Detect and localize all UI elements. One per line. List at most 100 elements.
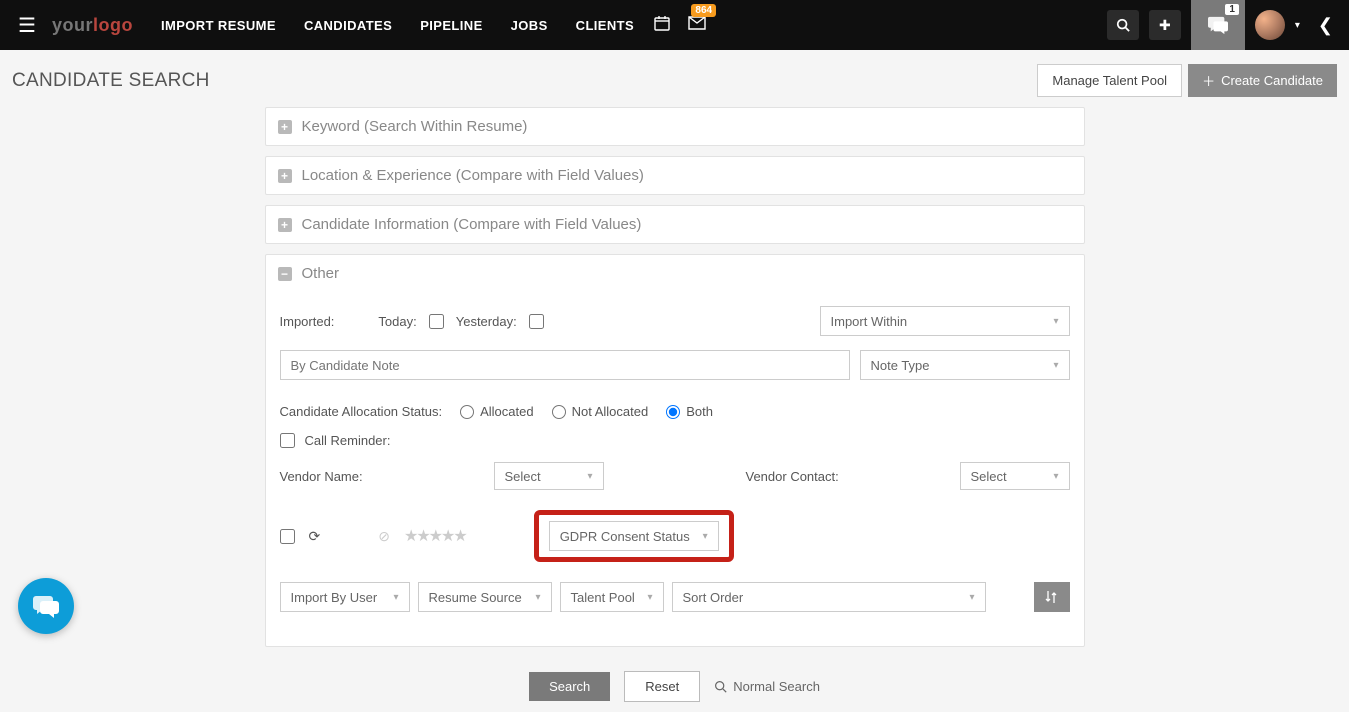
- panel-location-title: Location & Experience (Compare with Fiel…: [302, 167, 644, 184]
- header-actions: Manage Talent Pool ＋ Create Candidate: [1037, 64, 1337, 97]
- vendor-contact-select[interactable]: Select ▾: [960, 462, 1070, 490]
- row-imported: Imported: Today: Yesterday: Import Withi…: [280, 306, 1070, 336]
- gdpr-consent-value: GDPR Consent Status: [560, 529, 690, 544]
- nav-pipeline[interactable]: PIPELINE: [420, 18, 482, 33]
- panel-location: + Location & Experience (Compare with Fi…: [265, 156, 1085, 195]
- manage-talent-pool-button[interactable]: Manage Talent Pool: [1037, 64, 1182, 97]
- note-type-select[interactable]: Note Type ▾: [860, 350, 1070, 380]
- talent-pool-select[interactable]: Talent Pool ▾: [560, 582, 664, 612]
- call-reminder-label: Call Reminder:: [305, 433, 391, 448]
- alloc-not-allocated-option[interactable]: Not Allocated: [552, 404, 649, 419]
- chat-badge: 1: [1225, 4, 1239, 15]
- block-icon: ⊘: [378, 528, 390, 545]
- panel-keyword-title: Keyword (Search Within Resume): [302, 118, 528, 135]
- create-candidate-label: Create Candidate: [1221, 73, 1323, 88]
- panel-other-body: Imported: Today: Yesterday: Import Withi…: [266, 292, 1084, 646]
- collapse-right-icon[interactable]: ❮: [1310, 15, 1341, 36]
- panel-other: − Other Imported: Today: Yesterday: Impo…: [265, 254, 1085, 647]
- logo[interactable]: yourlogo: [52, 15, 133, 36]
- call-reminder-checkbox[interactable]: [280, 433, 295, 448]
- panel-keyword-head[interactable]: + Keyword (Search Within Resume): [266, 108, 1084, 145]
- avatar-caret-icon[interactable]: ▾: [1295, 20, 1300, 31]
- panel-candidate-info: + Candidate Information (Compare with Fi…: [265, 205, 1085, 244]
- panel-location-head[interactable]: + Location & Experience (Compare with Fi…: [266, 157, 1084, 194]
- avatar[interactable]: [1255, 10, 1285, 40]
- vendor-name-label: Vendor Name:: [280, 469, 480, 484]
- resume-source-select[interactable]: Resume Source ▾: [418, 582, 552, 612]
- reset-button[interactable]: Reset: [624, 671, 700, 702]
- expand-icon: +: [278, 120, 292, 134]
- nav-candidates[interactable]: CANDIDATES: [304, 18, 392, 33]
- note-type-value: Note Type: [871, 358, 930, 373]
- chevron-down-icon: ▾: [647, 592, 652, 603]
- panel-candidate-info-head[interactable]: + Candidate Information (Compare with Fi…: [266, 206, 1084, 243]
- chevron-down-icon: ▾: [703, 531, 708, 542]
- create-candidate-button[interactable]: ＋ Create Candidate: [1188, 64, 1337, 97]
- gdpr-checkbox[interactable]: [280, 529, 295, 544]
- search-icon[interactable]: [1107, 10, 1139, 40]
- alloc-not-allocated-label: Not Allocated: [572, 404, 649, 419]
- plus-icon[interactable]: ✚: [1149, 10, 1181, 40]
- plus-small-icon: ＋: [1202, 71, 1215, 90]
- row-gdpr: ⟳ ⊘ ★★★★★ GDPR Consent Status ▾: [280, 514, 1070, 558]
- today-label: Today:: [378, 314, 416, 329]
- chevron-down-icon: ▾: [393, 592, 398, 603]
- page-title: CANDIDATE SEARCH: [12, 70, 210, 92]
- topbar-right: ✚ 1 ▾ ❮: [1107, 0, 1341, 50]
- vendor-contact-label: Vendor Contact:: [746, 469, 946, 484]
- chevron-down-icon: ▾: [1053, 316, 1058, 327]
- nav-jobs[interactable]: JOBS: [511, 18, 548, 33]
- talent-pool-value: Talent Pool: [571, 590, 635, 605]
- normal-search-link[interactable]: Normal Search: [714, 679, 820, 694]
- row-vendor: Vendor Name: Select ▾ Vendor Contact: Se…: [280, 462, 1070, 490]
- candidate-note-input[interactable]: [280, 350, 850, 380]
- alloc-allocated-label: Allocated: [480, 404, 533, 419]
- mail-badge: 864: [691, 4, 716, 17]
- alloc-not-allocated-radio[interactable]: [552, 405, 566, 419]
- nav-clients[interactable]: CLIENTS: [576, 18, 634, 33]
- nav-import-resume[interactable]: IMPORT RESUME: [161, 18, 276, 33]
- alloc-allocated-option[interactable]: Allocated: [460, 404, 533, 419]
- chevron-down-icon: ▾: [587, 471, 592, 482]
- page-header: CANDIDATE SEARCH Manage Talent Pool ＋ Cr…: [0, 50, 1349, 107]
- gdpr-highlight-box: GDPR Consent Status ▾: [534, 510, 734, 562]
- import-within-value: Import Within: [831, 314, 908, 329]
- search-button[interactable]: Search: [529, 672, 610, 701]
- main-nav: IMPORT RESUME CANDIDATES PIPELINE JOBS C…: [161, 18, 634, 33]
- hamburger-icon[interactable]: ☰: [8, 13, 46, 38]
- vendor-name-value: Select: [505, 469, 541, 484]
- import-by-user-select[interactable]: Import By User ▾: [280, 582, 410, 612]
- alloc-both-option[interactable]: Both: [666, 404, 713, 419]
- sort-direction-button[interactable]: [1034, 582, 1070, 612]
- logo-part2: logo: [93, 15, 133, 35]
- logo-part1: your: [52, 15, 93, 35]
- panel-candidate-info-title: Candidate Information (Compare with Fiel…: [302, 216, 642, 233]
- nav-icon-group: 864: [654, 15, 706, 36]
- today-checkbox[interactable]: [429, 314, 444, 329]
- sort-order-value: Sort Order: [683, 590, 744, 605]
- star-rating[interactable]: ★★★★★: [404, 526, 466, 546]
- gdpr-consent-select[interactable]: GDPR Consent Status ▾: [549, 521, 719, 551]
- yesterday-checkbox[interactable]: [529, 314, 544, 329]
- panel-other-title: Other: [302, 265, 340, 282]
- import-within-select[interactable]: Import Within ▾: [820, 306, 1070, 336]
- alloc-both-radio[interactable]: [666, 405, 680, 419]
- panel-other-head[interactable]: − Other: [266, 255, 1084, 292]
- chat-fab[interactable]: [18, 578, 74, 634]
- expand-icon: +: [278, 218, 292, 232]
- sort-order-select[interactable]: Sort Order ▾: [672, 582, 986, 612]
- alloc-both-label: Both: [686, 404, 713, 419]
- chat-icon[interactable]: 1: [1191, 0, 1245, 50]
- footer-actions: Search Reset Normal Search: [265, 671, 1085, 702]
- vendor-name-select[interactable]: Select ▾: [494, 462, 604, 490]
- mail-icon[interactable]: 864: [688, 16, 706, 35]
- row-call-reminder: Call Reminder:: [280, 433, 1070, 448]
- calendar-icon[interactable]: [654, 15, 670, 36]
- panel-keyword: + Keyword (Search Within Resume): [265, 107, 1085, 146]
- row-note: Note Type ▾: [280, 350, 1070, 380]
- allocation-label: Candidate Allocation Status:: [280, 404, 443, 419]
- search-panels: + Keyword (Search Within Resume) + Locat…: [265, 107, 1085, 702]
- row-bottom-selects: Import By User ▾ Resume Source ▾ Talent …: [280, 582, 1070, 612]
- alloc-allocated-radio[interactable]: [460, 405, 474, 419]
- refresh-icon[interactable]: ⟳: [309, 528, 321, 545]
